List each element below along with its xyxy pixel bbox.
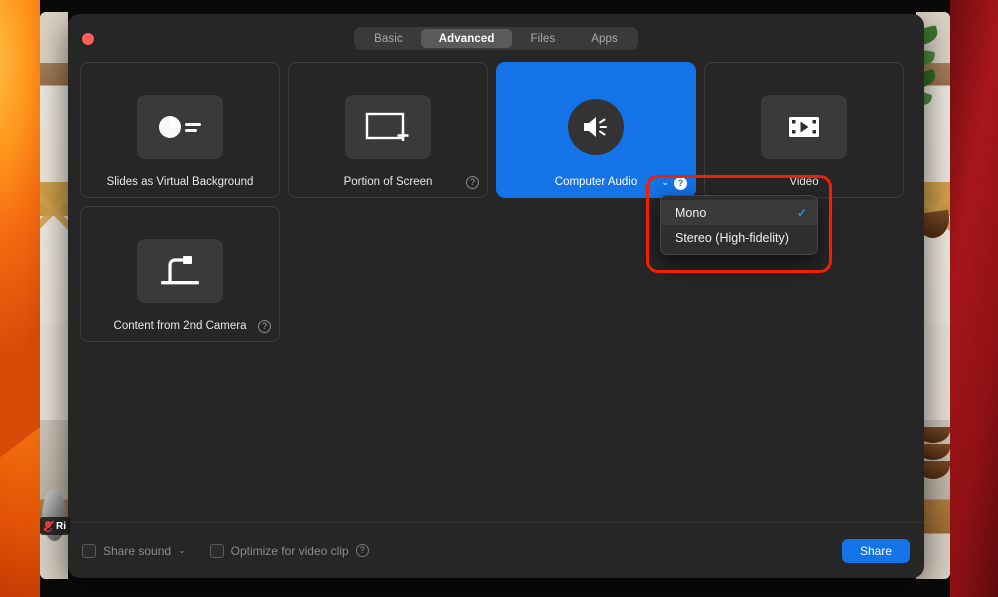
menu-item-label: Stereo (High-fidelity) (675, 230, 789, 245)
speaker-icon (568, 99, 624, 155)
share-sound-label: Share sound (103, 543, 172, 558)
share-button[interactable]: Share (841, 538, 910, 563)
share-option-computer-audio[interactable]: Computer Audio ⌄ ? (496, 62, 696, 198)
document-camera-icon (137, 239, 223, 303)
share-option-portion-of-screen[interactable]: Portion of Screen ? (288, 62, 488, 198)
tab-basic[interactable]: Basic (356, 29, 421, 48)
tile-label: Slides as Virtual Background (106, 176, 254, 188)
desktop-wallpaper-left (0, 0, 40, 597)
dialog-footer: Share sound ⌄ Optimize for video clip ? … (68, 522, 924, 578)
share-screen-dialog: Basic Advanced Files Apps Slides as Virt… (68, 14, 924, 578)
pie-chart-lines-icon (137, 95, 223, 159)
menu-item-label: Mono (675, 205, 707, 220)
rectangle-plus-icon (345, 95, 431, 159)
menu-item-mono[interactable]: Mono ✓ (661, 200, 817, 225)
audio-quality-dropdown-menu: Mono ✓ Stereo (High-fidelity) (660, 195, 818, 255)
mic-muted-icon (43, 520, 54, 532)
help-icon[interactable]: ? (674, 177, 687, 190)
share-option-video[interactable]: Video (704, 62, 904, 198)
share-sound-checkbox[interactable] (82, 543, 96, 558)
optimize-video-clip-checkbox[interactable] (209, 543, 224, 558)
chevron-down-icon[interactable]: ⌄ (178, 545, 186, 556)
dialog-tab-bar: Basic Advanced Files Apps (354, 27, 638, 50)
tile-label: Video (789, 176, 819, 188)
tile-label: Content from 2nd Camera (113, 320, 247, 332)
help-icon[interactable]: ? (355, 544, 369, 557)
check-icon: ✓ (796, 205, 807, 220)
participant-name: Ri (56, 520, 66, 532)
tile-label: Portion of Screen (343, 176, 433, 188)
share-option-slides-as-virtual-background[interactable]: Slides as Virtual Background (80, 62, 280, 198)
optimize-video-clip-option[interactable]: Optimize for video clip ? (209, 543, 369, 558)
film-play-icon (761, 95, 847, 159)
dialog-titlebar: Basic Advanced Files Apps (68, 14, 924, 64)
close-button[interactable] (82, 33, 94, 45)
share-sound-option[interactable]: Share sound ⌄ (82, 543, 186, 558)
help-icon[interactable]: ? (258, 320, 271, 333)
desktop-wallpaper-right (950, 0, 998, 597)
menu-item-stereo-high-fidelity[interactable]: Stereo (High-fidelity) (661, 225, 817, 250)
help-icon[interactable]: ? (466, 176, 479, 189)
tab-advanced[interactable]: Advanced (420, 29, 513, 48)
chevron-down-icon[interactable]: ⌄ (661, 177, 669, 188)
participant-video-tile-left[interactable] (40, 12, 68, 579)
tab-apps[interactable]: Apps (573, 29, 636, 48)
tab-files[interactable]: Files (512, 29, 573, 48)
participant-name-tag: Ri (40, 517, 70, 535)
share-option-content-from-2nd-camera[interactable]: Content from 2nd Camera ? (80, 206, 280, 342)
optimize-video-clip-label: Optimize for video clip (230, 543, 349, 558)
